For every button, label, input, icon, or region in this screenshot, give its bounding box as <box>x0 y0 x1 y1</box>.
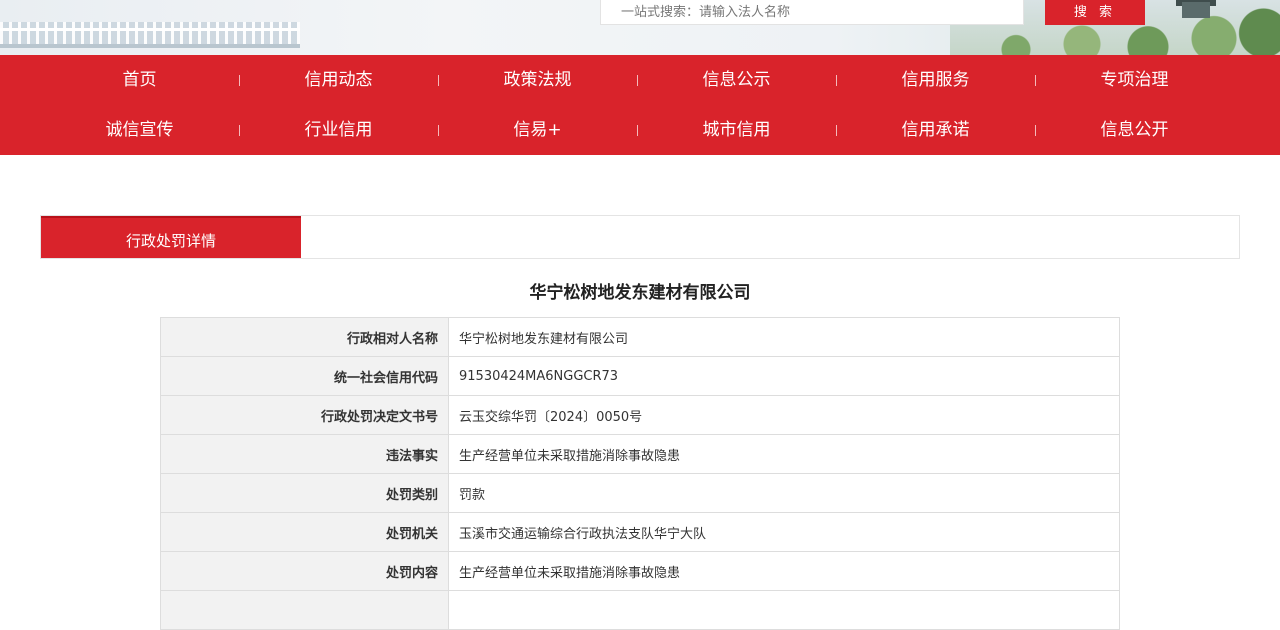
row-label <box>160 590 449 630</box>
nav-item-industry-credit[interactable]: 行业信用 <box>239 105 438 155</box>
row-label: 统一社会信用代码 <box>160 356 449 396</box>
table-row <box>160 590 1120 630</box>
table-row: 行政相对人名称 华宁松树地发东建材有限公司 <box>160 317 1120 357</box>
row-label: 行政相对人名称 <box>160 317 449 357</box>
nav-item-home[interactable]: 首页 <box>40 55 239 105</box>
row-value <box>448 590 1120 630</box>
page-title: 华宁松树地发东建材有限公司 <box>529 283 751 303</box>
nav-item-special-governance[interactable]: 专项治理 <box>1035 55 1234 105</box>
row-value: 玉溪市交通运输综合行政执法支队华宁大队 <box>448 512 1120 552</box>
row-value: 华宁松树地发东建材有限公司 <box>448 317 1120 357</box>
row-value: 罚款 <box>448 473 1120 513</box>
nav-item-integrity-promotion[interactable]: 诚信宣传 <box>40 105 239 155</box>
row-value: 91530424MA6NGGCR73 <box>448 356 1120 396</box>
table-row: 处罚类别 罚款 <box>160 473 1120 513</box>
row-value: 生产经营单位未采取措施消除事故隐患 <box>448 434 1120 474</box>
tab-penalty-details[interactable]: 行政处罚详情 <box>41 216 301 258</box>
nav-item-policies[interactable]: 政策法规 <box>438 55 637 105</box>
nav-item-info-disclosure[interactable]: 信息公示 <box>637 55 836 105</box>
banner-pavilion <box>1182 2 1210 18</box>
row-label: 处罚类别 <box>160 473 449 513</box>
nav-item-credit-commitment[interactable]: 信用承诺 <box>836 105 1035 155</box>
main-nav: 首页 信用动态 政策法规 信息公示 信用服务 专项治理 诚信宣传 行业信用 信易… <box>0 55 1280 155</box>
penalty-detail-table: 行政相对人名称 华宁松树地发东建材有限公司 统一社会信用代码 91530424M… <box>160 317 1120 630</box>
row-label: 行政处罚决定文书号 <box>160 395 449 435</box>
table-row: 行政处罚决定文书号 云玉交综华罚〔2024〕0050号 <box>160 395 1120 435</box>
table-row: 统一社会信用代码 91530424MA6NGGCR73 <box>160 356 1120 396</box>
nav-item-credit-services[interactable]: 信用服务 <box>836 55 1035 105</box>
row-label: 处罚内容 <box>160 551 449 591</box>
nav-item-xinyi-plus[interactable]: 信易+ <box>438 105 637 155</box>
row-label: 处罚机关 <box>160 512 449 552</box>
table-row: 违法事实 生产经营单位未采取措施消除事故隐患 <box>160 434 1120 474</box>
nav-item-city-credit[interactable]: 城市信用 <box>637 105 836 155</box>
nav-item-info-public[interactable]: 信息公开 <box>1035 105 1234 155</box>
row-label: 违法事实 <box>160 434 449 474</box>
nav-row-1: 首页 信用动态 政策法规 信息公示 信用服务 专项治理 <box>40 55 1240 105</box>
row-value: 生产经营单位未采取措施消除事故隐患 <box>448 551 1120 591</box>
nav-item-credit-news[interactable]: 信用动态 <box>239 55 438 105</box>
banner-fence-rail <box>0 28 300 31</box>
banner-fence-base <box>0 44 300 48</box>
search-input[interactable] <box>601 0 1023 24</box>
table-row: 处罚机关 玉溪市交通运输综合行政执法支队华宁大队 <box>160 512 1120 552</box>
search-button[interactable]: 搜 索 <box>1045 0 1145 25</box>
search-box <box>600 0 1024 25</box>
nav-row-2: 诚信宣传 行业信用 信易+ 城市信用 信用承诺 信息公开 <box>40 105 1240 155</box>
table-row: 处罚内容 生产经营单位未采取措施消除事故隐患 <box>160 551 1120 591</box>
tab-bar: 行政处罚详情 <box>40 215 1240 259</box>
row-value: 云玉交综华罚〔2024〕0050号 <box>448 395 1120 435</box>
